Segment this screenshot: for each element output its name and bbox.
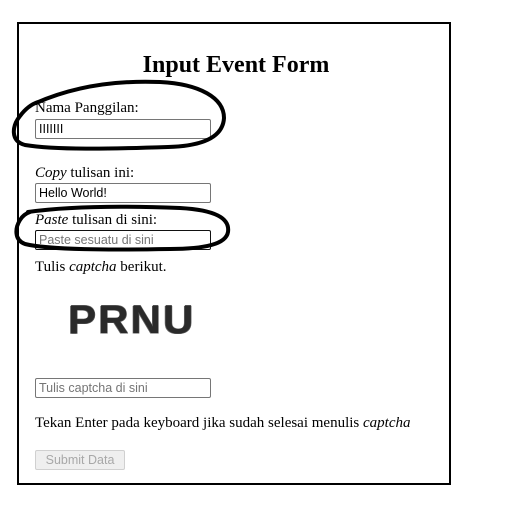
copy-label-em: Copy (35, 165, 67, 181)
form-title: Input Event Form (142, 52, 330, 78)
captcha-instruction-pre: Tulis (35, 259, 70, 275)
copy-input[interactable]: Hello World! (35, 183, 211, 203)
paste-input[interactable]: Paste sesuatu di sini (35, 230, 211, 250)
enter-hint: Tekan Enter pada keyboard jika sudah sel… (35, 415, 411, 432)
submit-button[interactable]: Submit Data (35, 450, 125, 470)
captcha-instruction: Tulis captcha berikut. (35, 259, 167, 276)
nama-input[interactable]: IIIIIII (35, 119, 211, 139)
nama-label: Nama Panggilan: (35, 100, 139, 116)
enter-hint-pre: Tekan Enter pada keyboard jika sudah sel… (35, 415, 364, 431)
copy-label: Copy tulisan ini: (35, 165, 134, 182)
paste-label: Paste tulisan di sini: (35, 212, 157, 229)
event-form: Input Event Form Nama Panggilan: IIIIIII… (17, 22, 451, 485)
paste-label-rest: tulisan di sini: (68, 212, 158, 228)
copy-label-rest: tulisan ini: (66, 165, 135, 181)
captcha-instruction-em: captcha (69, 259, 117, 275)
captcha-image: PRNU (67, 298, 196, 342)
captcha-input[interactable]: Tulis captcha di sini (35, 378, 211, 398)
captcha-instruction-post: berikut. (116, 259, 167, 275)
paste-label-em: Paste (35, 212, 69, 228)
enter-hint-em: captcha (363, 415, 411, 431)
